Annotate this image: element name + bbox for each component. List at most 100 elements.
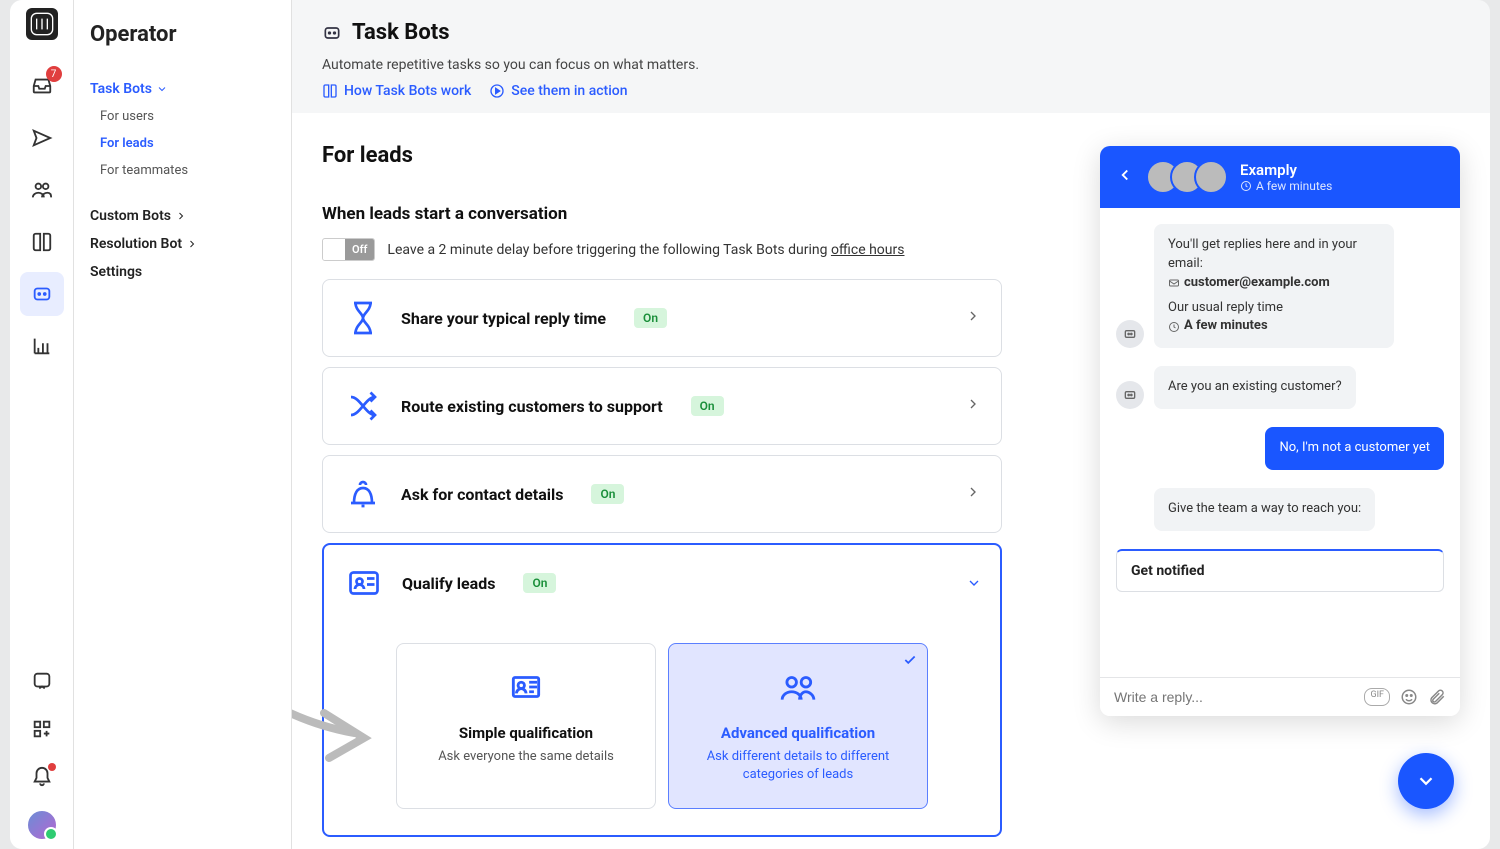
main-header: Task Bots Automate repetitive tasks so y…: [292, 0, 1490, 113]
chat-message: Are you an existing customer?: [1154, 366, 1356, 409]
sidebar-for-users[interactable]: For users: [90, 103, 275, 130]
chat-back-button[interactable]: [1116, 166, 1134, 188]
task-bot-header-icon: [322, 23, 342, 43]
bot-card-qualify[interactable]: Qualify leads On Simple qualification: [322, 543, 1002, 837]
page-subtitle: Automate repetitive tasks so you can foc…: [322, 57, 1460, 73]
bot-title: Qualify leads: [402, 574, 495, 593]
option-title: Advanced qualification: [683, 724, 913, 742]
sidebar-custom-bots[interactable]: Custom Bots: [90, 202, 275, 230]
delay-toggle[interactable]: Off: [322, 238, 375, 261]
chevron-down-icon: [156, 83, 168, 95]
notifications-icon[interactable]: [20, 755, 64, 799]
message-reply-label: Our usual reply time: [1168, 299, 1380, 318]
sidebar-task-bots[interactable]: Task Bots: [90, 75, 275, 103]
chat-name: Examply: [1240, 161, 1332, 179]
avatar: [1194, 160, 1228, 194]
reports-icon[interactable]: [20, 324, 64, 368]
chevron-right-icon: [965, 396, 981, 416]
sidebar: Operator Task Bots For users For leads F…: [74, 0, 292, 849]
delay-text-prefix: Leave a 2 minute delay before triggering…: [387, 242, 831, 258]
help-how-link[interactable]: How Task Bots work: [322, 83, 471, 99]
chat-avatars: [1146, 160, 1228, 194]
chat-input-row: GIF: [1100, 677, 1460, 716]
user-avatar[interactable]: [26, 809, 58, 841]
attach-icon[interactable]: [1428, 688, 1446, 706]
sidebar-task-bots-label: Task Bots: [90, 81, 152, 97]
inbox-icon[interactable]: 7: [20, 64, 64, 108]
sidebar-title: Operator: [90, 22, 275, 47]
status-badge: On: [591, 484, 624, 504]
chat-message-user: No, I'm not a customer yet: [1265, 427, 1444, 470]
sidebar-for-leads[interactable]: For leads: [90, 130, 275, 157]
chat-body: You'll get replies here and in your emai…: [1100, 208, 1460, 677]
chat-meta-label: A few minutes: [1256, 179, 1332, 193]
qualify-advanced-option[interactable]: Advanced qualification Ask different det…: [668, 643, 928, 809]
bot-title: Route existing customers to support: [401, 397, 663, 416]
hourglass-icon: [343, 298, 383, 338]
help-how-label: How Task Bots work: [344, 83, 471, 99]
chevron-right-icon: [965, 308, 981, 328]
notification-dot: [48, 763, 56, 771]
message-text: You'll get replies here and in your emai…: [1168, 236, 1380, 274]
route-icon: [343, 386, 383, 426]
message-reply-value: A few minutes: [1184, 317, 1268, 336]
single-card-icon: [411, 668, 641, 710]
chevron-right-icon: [186, 238, 198, 250]
articles-icon[interactable]: [20, 220, 64, 264]
chat-widget: Examply A few minutes You'll get replies…: [1100, 146, 1460, 716]
status-badge: On: [634, 308, 667, 328]
toggle-knob: [323, 240, 345, 260]
sidebar-custom-bots-label: Custom Bots: [90, 208, 171, 224]
toggle-label: Off: [345, 239, 374, 260]
contacts-icon[interactable]: [20, 168, 64, 212]
bot-card-route[interactable]: Route existing customers to support On: [322, 367, 1002, 445]
bot-title: Share your typical reply time: [401, 309, 606, 328]
sidebar-resolution-bot[interactable]: Resolution Bot: [90, 230, 275, 258]
gif-icon[interactable]: GIF: [1364, 688, 1390, 706]
clock-icon: [1168, 321, 1180, 333]
id-card-icon: [344, 563, 384, 603]
chat-launcher-button[interactable]: [1398, 753, 1454, 809]
status-badge: On: [691, 396, 724, 416]
bell-icon: [343, 474, 383, 514]
send-icon[interactable]: [20, 116, 64, 160]
sidebar-resolution-bot-label: Resolution Bot: [90, 236, 182, 252]
messenger-settings-icon[interactable]: [20, 659, 64, 703]
emoji-icon[interactable]: [1400, 688, 1418, 706]
qualify-simple-option[interactable]: Simple qualification Ask everyone the sa…: [396, 643, 656, 809]
delay-text: Leave a 2 minute delay before triggering…: [387, 242, 904, 258]
status-badge: On: [523, 573, 556, 593]
main-content: Task Bots Automate repetitive tasks so y…: [292, 0, 1490, 849]
sidebar-settings[interactable]: Settings: [90, 258, 275, 286]
bot-avatar-icon: [1116, 381, 1144, 409]
play-icon: [489, 83, 505, 99]
chat-reply-input[interactable]: [1114, 689, 1354, 705]
chevron-down-icon: [962, 575, 982, 591]
help-action-link[interactable]: See them in action: [489, 83, 627, 99]
office-hours-link[interactable]: office hours: [831, 242, 905, 258]
option-title: Simple qualification: [411, 724, 641, 742]
people-icon: [683, 668, 913, 710]
apps-icon[interactable]: [20, 707, 64, 751]
app-logo-icon[interactable]: [26, 8, 58, 40]
chevron-right-icon: [175, 210, 187, 222]
bot-card-contact[interactable]: Ask for contact details On: [322, 455, 1002, 533]
book-icon: [322, 83, 338, 99]
option-desc: Ask everyone the same details: [411, 748, 641, 766]
clock-icon: [1240, 180, 1252, 192]
chat-message: You'll get replies here and in your emai…: [1154, 224, 1394, 348]
bot-card-reply-time[interactable]: Share your typical reply time On: [322, 279, 1002, 357]
chevron-right-icon: [965, 484, 981, 504]
sidebar-for-teammates[interactable]: For teammates: [90, 157, 275, 184]
operator-icon[interactable]: [20, 272, 64, 316]
notify-card[interactable]: Get notified: [1116, 549, 1444, 592]
message-email: customer@example.com: [1184, 274, 1330, 293]
inbox-badge: 7: [46, 66, 62, 82]
sidebar-settings-label: Settings: [90, 264, 142, 280]
help-action-label: See them in action: [511, 83, 627, 99]
bot-title: Ask for contact details: [401, 485, 563, 504]
option-desc: Ask different details to different categ…: [683, 748, 913, 784]
mail-icon: [1168, 277, 1180, 289]
chat-header: Examply A few minutes: [1100, 146, 1460, 208]
icon-rail: 7: [10, 0, 74, 849]
